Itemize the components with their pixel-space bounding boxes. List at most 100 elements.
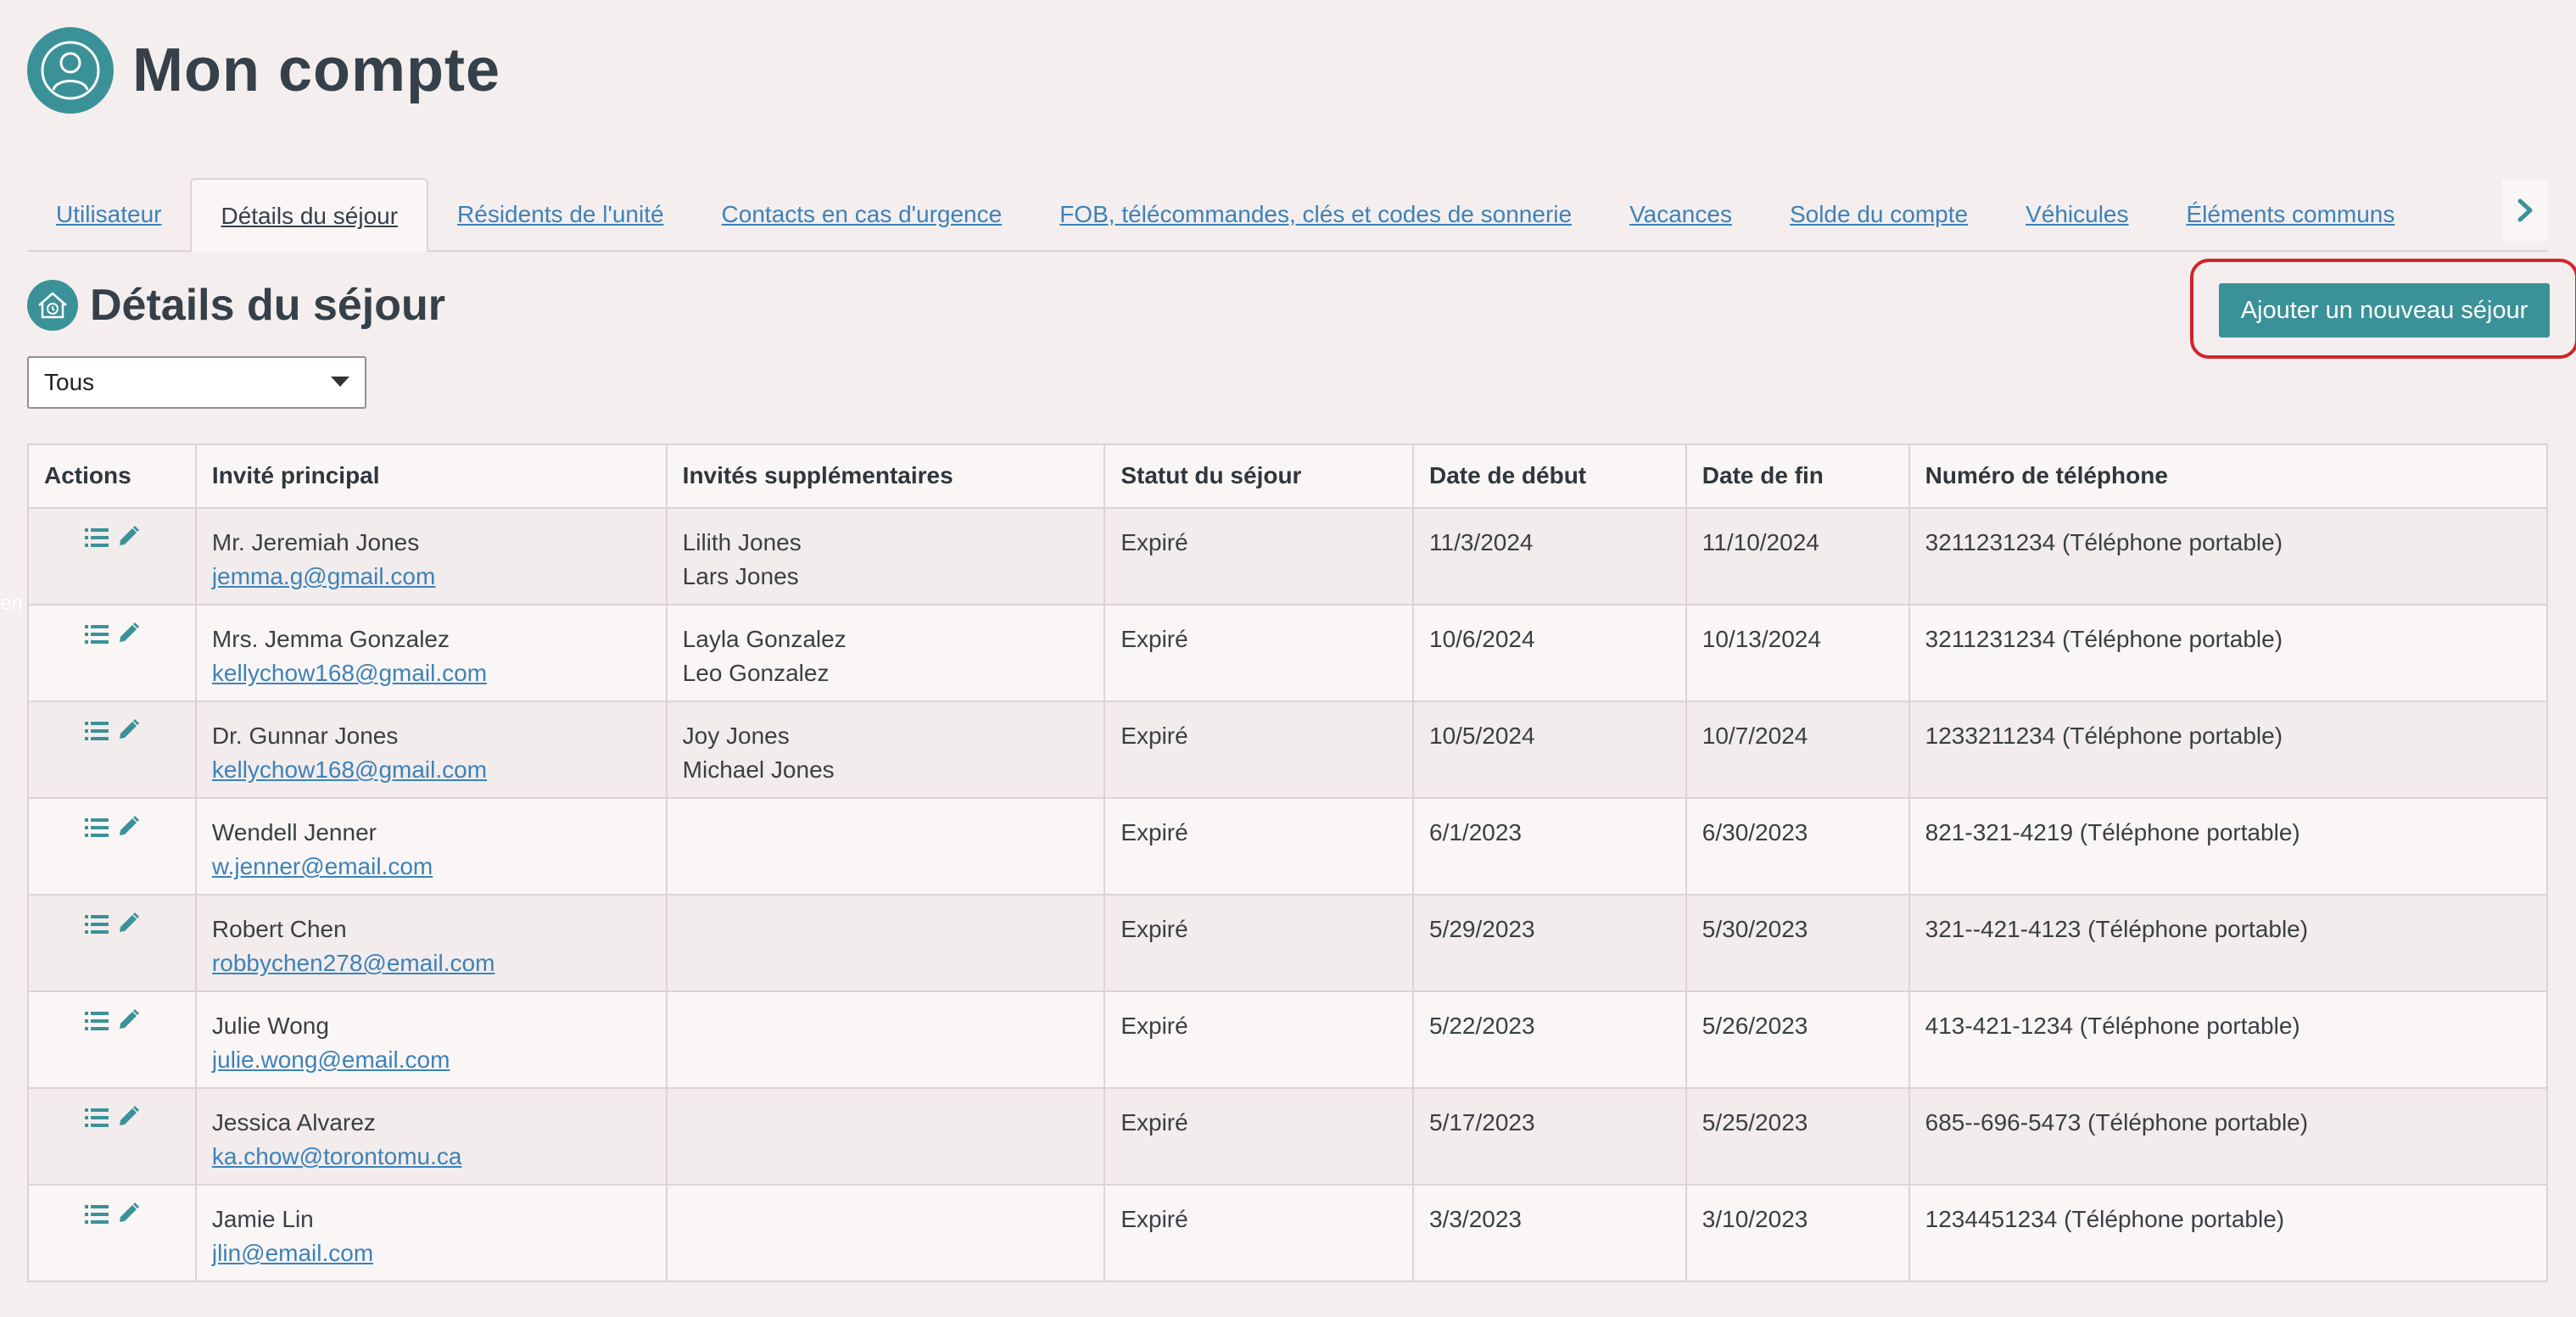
col-header-start-date[interactable]: Date de début bbox=[1412, 444, 1687, 509]
phone-cell: 1234451234 (Téléphone portable) bbox=[1908, 1184, 2549, 1282]
edge-text: en bbox=[0, 592, 23, 615]
home-clock-icon bbox=[27, 280, 78, 331]
tab-vehicules[interactable]: Véhicules bbox=[1997, 178, 2157, 250]
tab-vacances[interactable]: Vacances bbox=[1601, 178, 1761, 250]
additional-guest: Lilith Jones bbox=[682, 529, 802, 555]
list-icon[interactable] bbox=[84, 814, 109, 848]
actions-cell bbox=[27, 1087, 197, 1186]
additional-guests-cell bbox=[665, 797, 1106, 896]
primary-guest-email-link[interactable]: julie.wong@email.com bbox=[212, 1043, 651, 1077]
status-cell: Expiré bbox=[1104, 797, 1414, 896]
start-date-cell: 5/17/2023 bbox=[1412, 1087, 1687, 1186]
phone-cell: 685--696-5473 (Téléphone portable) bbox=[1908, 1087, 2549, 1186]
end-date-cell: 11/10/2024 bbox=[1685, 507, 1910, 605]
section-header: Détails du séjour bbox=[27, 280, 445, 331]
edit-pencil-icon[interactable] bbox=[116, 717, 140, 751]
additional-guests-cell bbox=[665, 991, 1106, 1089]
stays-table: Actions Invité principal Invités supplém… bbox=[27, 444, 2549, 1282]
tabs-next-button[interactable] bbox=[2502, 180, 2548, 241]
status-cell: Expiré bbox=[1104, 1184, 1414, 1282]
page-header: Mon compte bbox=[27, 27, 500, 114]
list-icon[interactable] bbox=[84, 911, 109, 945]
phone-cell: 413-421-1234 (Téléphone portable) bbox=[1908, 991, 2549, 1089]
table-row: Mrs. Jemma Gonzalez kellychow168@gmail.c… bbox=[27, 604, 2549, 702]
edit-pencil-icon[interactable] bbox=[116, 1007, 140, 1041]
primary-guest-email-link[interactable]: ka.chow@torontomu.ca bbox=[212, 1140, 651, 1174]
tab-bar: Utilisateur Détails du séjour Résidents … bbox=[27, 178, 2548, 252]
col-header-end-date[interactable]: Date de fin bbox=[1685, 444, 1910, 509]
primary-guest-cell: Mr. Jeremiah Jones jemma.g@gmail.com bbox=[194, 507, 668, 605]
primary-guest-email-link[interactable]: jemma.g@gmail.com bbox=[212, 560, 651, 594]
status-cell: Expiré bbox=[1104, 894, 1414, 992]
status-cell: Expiré bbox=[1104, 1087, 1414, 1186]
end-date-cell: 6/30/2023 bbox=[1685, 797, 1910, 896]
table-header-row: Actions Invité principal Invités supplém… bbox=[27, 444, 2549, 509]
primary-guest-email-link[interactable]: w.jenner@email.com bbox=[212, 850, 651, 884]
primary-guest-name: Robert Chen bbox=[211, 916, 347, 942]
primary-guest-name: Wendell Jenner bbox=[211, 819, 377, 845]
additional-guest: Joy Jones bbox=[682, 723, 790, 749]
additional-guests-cell: Lilith Jones Lars Jones bbox=[665, 507, 1106, 605]
tab-solde-compte[interactable]: Solde du compte bbox=[1761, 178, 1997, 250]
phone-cell: 1233211234 (Téléphone portable) bbox=[1908, 700, 2549, 799]
actions-cell bbox=[27, 1184, 197, 1282]
tab-contacts-urgence[interactable]: Contacts en cas d'urgence bbox=[693, 178, 1031, 250]
col-header-phone[interactable]: Numéro de téléphone bbox=[1908, 444, 2549, 509]
list-icon[interactable] bbox=[84, 717, 109, 751]
start-date-cell: 10/5/2024 bbox=[1412, 700, 1687, 799]
filter-selected-value: Tous bbox=[44, 369, 95, 395]
primary-guest-cell: Jessica Alvarez ka.chow@torontomu.ca bbox=[194, 1087, 668, 1186]
table-row: Wendell Jenner w.jenner@email.com Expiré… bbox=[27, 797, 2549, 896]
list-icon[interactable] bbox=[84, 621, 109, 655]
edit-pencil-icon[interactable] bbox=[116, 814, 140, 848]
primary-guest-cell: Jamie Lin jlin@email.com bbox=[194, 1184, 668, 1282]
tab-fob-cles[interactable]: FOB, télécommandes, clés et codes de son… bbox=[1031, 178, 1601, 250]
edit-pencil-icon[interactable] bbox=[116, 621, 140, 655]
tab-residents[interactable]: Résidents de l'unité bbox=[428, 178, 693, 250]
primary-guest-email-link[interactable]: kellychow168@gmail.com bbox=[212, 656, 651, 690]
additional-guest: Layla Gonzalez bbox=[682, 626, 847, 652]
status-filter-select[interactable]: Tous bbox=[27, 356, 366, 409]
primary-guest-email-link[interactable]: robbychen278@email.com bbox=[212, 946, 651, 980]
edit-pencil-icon[interactable] bbox=[116, 1104, 140, 1138]
additional-guest: Leo Gonzalez bbox=[682, 660, 830, 686]
actions-cell bbox=[27, 894, 197, 992]
col-header-primary-guest[interactable]: Invité principal bbox=[194, 444, 668, 509]
list-icon[interactable] bbox=[84, 524, 109, 558]
list-icon[interactable] bbox=[84, 1201, 109, 1235]
tab-details-sejour[interactable]: Détails du séjour bbox=[190, 178, 429, 252]
table-row: Mr. Jeremiah Jones jemma.g@gmail.com Lil… bbox=[27, 507, 2549, 605]
primary-guest-name: Julie Wong bbox=[211, 1013, 329, 1039]
list-icon[interactable] bbox=[84, 1007, 109, 1041]
primary-guest-email-link[interactable]: jlin@email.com bbox=[212, 1236, 651, 1270]
primary-guest-name: Jamie Lin bbox=[211, 1206, 314, 1232]
start-date-cell: 5/29/2023 bbox=[1412, 894, 1687, 992]
actions-cell bbox=[27, 797, 197, 896]
edit-pencil-icon[interactable] bbox=[116, 524, 140, 558]
phone-cell: 3211231234 (Téléphone portable) bbox=[1908, 604, 2549, 702]
primary-guest-email-link[interactable]: kellychow168@gmail.com bbox=[212, 753, 651, 787]
col-header-status[interactable]: Statut du séjour bbox=[1104, 444, 1414, 509]
end-date-cell: 10/13/2024 bbox=[1685, 604, 1910, 702]
status-cell: Expiré bbox=[1104, 991, 1414, 1089]
status-cell: Expiré bbox=[1104, 507, 1414, 605]
list-icon[interactable] bbox=[84, 1104, 109, 1138]
start-date-cell: 3/3/2023 bbox=[1412, 1184, 1687, 1282]
tab-utilisateur[interactable]: Utilisateur bbox=[27, 178, 190, 250]
primary-guest-name: Mr. Jeremiah Jones bbox=[211, 529, 420, 555]
primary-guest-cell: Mrs. Jemma Gonzalez kellychow168@gmail.c… bbox=[194, 604, 668, 702]
edit-pencil-icon[interactable] bbox=[116, 911, 140, 945]
status-cell: Expiré bbox=[1104, 604, 1414, 702]
primary-guest-name: Dr. Gunnar Jones bbox=[211, 723, 399, 749]
tab-elements-communs[interactable]: Éléments communs bbox=[2158, 178, 2424, 250]
col-header-actions: Actions bbox=[27, 444, 197, 509]
start-date-cell: 10/6/2024 bbox=[1412, 604, 1687, 702]
edit-pencil-icon[interactable] bbox=[116, 1201, 140, 1235]
actions-cell bbox=[27, 700, 197, 799]
col-header-additional-guests[interactable]: Invités supplémentaires bbox=[665, 444, 1106, 509]
section-title: Détails du séjour bbox=[90, 281, 445, 330]
primary-guest-name: Jessica Alvarez bbox=[211, 1109, 376, 1136]
table-row: Jamie Lin jlin@email.com Expiré 3/3/2023… bbox=[27, 1184, 2549, 1282]
additional-guests-cell bbox=[665, 894, 1106, 992]
add-stay-button[interactable]: Ajouter un nouveau séjour bbox=[2219, 283, 2550, 338]
